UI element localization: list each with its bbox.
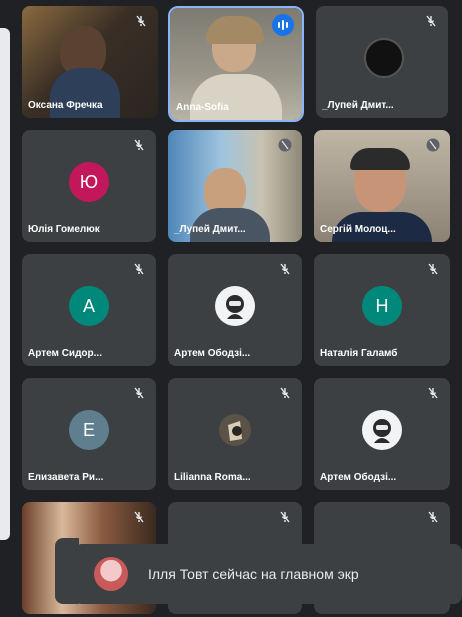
avatar <box>215 286 255 326</box>
avatar: Е <box>69 410 109 450</box>
participant-tile[interactable]: Артем Ободзі... <box>168 254 302 366</box>
mic-off-icon <box>426 138 440 152</box>
participant-name: Артем Ободзі... <box>174 348 251 359</box>
avatar: Ю <box>69 162 109 202</box>
participant-name: Anna-Sofia <box>176 102 229 113</box>
mic-off-icon <box>134 387 144 399</box>
toast-message: Ілля Товт сейчас на главном экр <box>148 566 359 582</box>
participant-tile[interactable]: _Лупей Дмит... <box>316 6 448 118</box>
speaking-indicator-icon <box>272 14 294 36</box>
mic-off-icon <box>428 263 438 275</box>
side-panel-edge <box>0 0 12 617</box>
avatar <box>362 410 402 450</box>
participant-tile[interactable]: _Лупей Дмит... <box>168 130 302 242</box>
mic-off-icon <box>280 387 290 399</box>
avatar: Н <box>362 286 402 326</box>
participant-tile[interactable]: Anna-Sofia <box>168 6 304 122</box>
participant-tile[interactable]: Оксана Фречка <box>22 6 158 118</box>
mic-off-icon <box>134 263 144 275</box>
participant-name: Елизавета Ри... <box>28 472 104 483</box>
participant-name: _Лупей Дмит... <box>174 224 246 235</box>
participant-tile[interactable]: Сергій Молоц... <box>314 130 450 242</box>
mic-off-icon <box>426 15 436 27</box>
presenter-avatar <box>94 557 128 591</box>
participant-name: Сергій Молоц... <box>320 224 396 235</box>
participant-tile[interactable]: Е Елизавета Ри... <box>22 378 156 490</box>
person-hair <box>350 148 410 170</box>
avatar <box>364 38 404 78</box>
mic-off-icon <box>134 139 144 151</box>
mic-off-icon <box>280 263 290 275</box>
avatar <box>215 410 255 450</box>
avatar: А <box>69 286 109 326</box>
participant-tile[interactable]: Н Наталія Галамб <box>314 254 450 366</box>
participant-name: Lilianna Roma... <box>174 472 251 483</box>
mic-off-icon <box>280 511 290 523</box>
mic-off-icon <box>278 138 292 152</box>
mic-off-icon <box>428 387 438 399</box>
presentation-toast: Ілля Товт сейчас на главном экр <box>74 544 462 604</box>
person-body <box>190 74 282 120</box>
person-hair <box>206 16 264 44</box>
photo-avatar-icon <box>219 414 251 446</box>
mic-off-icon <box>136 15 146 27</box>
participant-name: _Лупей Дмит... <box>322 100 394 111</box>
participant-tile[interactable]: А Артем Сидор... <box>22 254 156 366</box>
side-panel <box>0 28 10 540</box>
participant-name: Артем Сидор... <box>28 348 102 359</box>
participant-tile[interactable]: Ю Юлія Гомелюк <box>22 130 156 242</box>
participant-name: Оксана Фречка <box>28 100 103 111</box>
mic-off-icon <box>428 511 438 523</box>
participant-name: Юлія Гомелюк <box>28 224 100 235</box>
participant-tile[interactable]: Артем Ободзі... <box>314 378 450 490</box>
mic-off-icon <box>134 511 144 523</box>
character-avatar-icon <box>226 295 244 319</box>
participant-name: Артем Ободзі... <box>320 472 397 483</box>
participant-tile[interactable]: Lilianna Roma... <box>168 378 302 490</box>
character-avatar-icon <box>373 419 391 443</box>
participant-name: Наталія Галамб <box>320 348 398 359</box>
